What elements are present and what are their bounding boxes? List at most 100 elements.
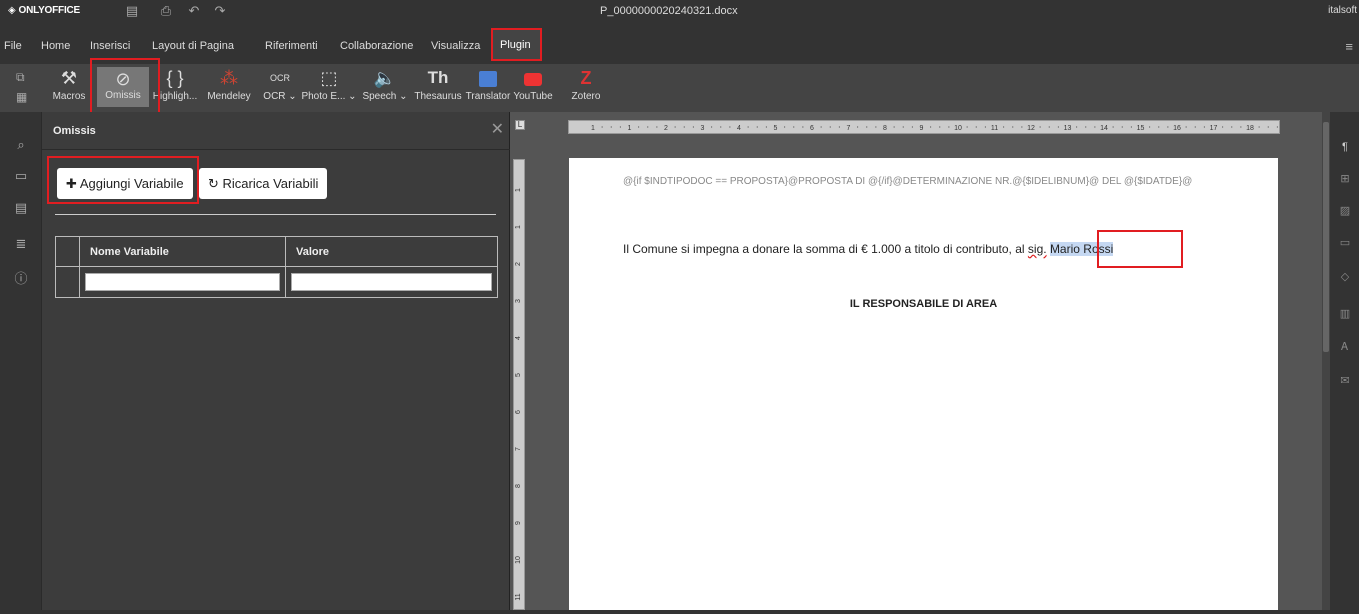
ruler-label: 1	[515, 225, 522, 229]
ruler-tick	[911, 126, 913, 128]
ruler-tick	[720, 126, 722, 128]
navigation-icon[interactable]: ≣	[12, 235, 30, 253]
scrollbar-thumb[interactable]	[1323, 122, 1329, 352]
ruler-tick	[1222, 126, 1224, 128]
ruler-label: 7	[847, 125, 851, 132]
close-icon[interactable]: ✕	[491, 122, 504, 138]
ruler-label: 3	[701, 125, 705, 132]
tab-inserisci[interactable]: Inserisci	[90, 40, 130, 52]
table-header-row: Nome Variabile Valore	[55, 236, 498, 267]
ruler-tick	[1094, 126, 1096, 128]
ruler-label: 12	[1027, 125, 1035, 132]
document-page[interactable]: @{if $INDTIPODOC == PROPOSTA}@PROPOSTA D…	[569, 158, 1278, 610]
ruler-tick	[674, 126, 676, 128]
undo-icon[interactable]: ↶	[186, 3, 202, 19]
tools-icon: ⚒	[60, 68, 78, 88]
speech-button[interactable]: 🔈 Speech ⌄	[362, 64, 408, 112]
photo-editor-button[interactable]: ⬚ Photo E... ⌄	[301, 64, 357, 112]
tab-riferimenti[interactable]: Riferimenti	[265, 40, 318, 52]
tab-layout[interactable]: Layout di Pagina	[152, 40, 234, 52]
redo-icon[interactable]: ↷	[212, 3, 228, 19]
ruler-tick	[893, 126, 895, 128]
vertical-ruler-ticks: 11234567891011	[515, 188, 522, 601]
document-workspace: L 1 1 2 3 4 5 6 7 8 9 10 11 12 13 14 15 16 17 18 112345678…	[510, 112, 1322, 610]
row-handle-cell[interactable]	[55, 266, 80, 298]
print-icon[interactable]: ⎙	[158, 3, 174, 19]
tab-plugin[interactable]: Plugin	[491, 28, 542, 61]
horizontal-ruler[interactable]: 1 1 2 3 4 5 6 7 8 9 10 11 12 13 14 15 16 17 18	[568, 120, 1280, 134]
ruler-tick	[1012, 126, 1014, 128]
ruler-label: 2	[664, 125, 668, 132]
ruler-tick	[1039, 126, 1041, 128]
chart-settings-icon[interactable]: ▥	[1338, 307, 1352, 321]
menu-icon[interactable]: ≡	[1345, 39, 1353, 54]
onlyoffice-logo-icon: ◈	[8, 5, 16, 16]
tab-file[interactable]: File	[4, 40, 22, 52]
comments-icon[interactable]: ▭	[12, 167, 30, 185]
document-heading[interactable]: IL RESPONSABILE DI AREA	[569, 298, 1278, 310]
ruler-tick	[1048, 126, 1050, 128]
tab-stop-selector[interactable]: L	[515, 120, 525, 130]
translator-button[interactable]: Translator	[465, 64, 511, 112]
paste-icon[interactable]: ▦	[16, 90, 27, 104]
variable-value-input[interactable]	[291, 273, 492, 291]
omissis-annotation-box	[90, 58, 160, 116]
ruler-label: 8	[883, 125, 887, 132]
spellcheck-word: sig.	[1027, 242, 1047, 256]
right-sidebar: ¶ ⊞ ▨ ▭ ◇ ▥ Ꭺ ✉	[1330, 112, 1359, 610]
ruler-tick	[793, 126, 795, 128]
tab-home[interactable]: Home	[41, 40, 70, 52]
mendeley-icon: ⁂	[220, 68, 238, 88]
ruler-tick	[1076, 126, 1078, 128]
ruler-tick	[1158, 126, 1160, 128]
thesaurus-button[interactable]: Th Thesaurus	[413, 64, 463, 112]
image-settings-icon[interactable]: ▨	[1338, 204, 1352, 218]
tab-visualizza[interactable]: Visualizza	[431, 40, 480, 52]
shape-settings-icon[interactable]: ◇	[1338, 270, 1352, 284]
zotero-button[interactable]: Z Zotero	[569, 64, 603, 112]
ruler-tick	[1121, 126, 1123, 128]
mendeley-button[interactable]: ⁂ Mendeley	[205, 64, 253, 112]
ruler-label: 16	[1173, 125, 1181, 132]
copy-icon[interactable]: ⧉	[16, 70, 25, 85]
ruler-tick	[1194, 126, 1196, 128]
variable-name-input[interactable]	[85, 273, 280, 291]
tab-collaborazione[interactable]: Collaborazione	[340, 40, 413, 52]
save-icon[interactable]: ▤	[124, 3, 140, 19]
vertical-ruler[interactable]: 1 1 2 3 4 5 6 7 8 9 10 11	[513, 159, 525, 610]
youtube-icon	[524, 72, 542, 86]
ruler-tick	[1240, 126, 1242, 128]
chat-icon[interactable]: ▤	[12, 199, 30, 217]
header-footer-icon[interactable]: ▭	[1338, 236, 1352, 250]
mail-merge-icon[interactable]: ✉	[1338, 374, 1352, 388]
panel-divider	[55, 214, 496, 215]
ruler-label: 13	[1064, 125, 1072, 132]
macros-button[interactable]: ⚒ Macros	[50, 64, 88, 112]
youtube-button[interactable]: YouTube	[513, 64, 553, 112]
menu-bar: File Home Inserisci Layout di Pagina Rif…	[0, 23, 1359, 64]
ruler-tick	[1057, 126, 1059, 128]
vertical-scrollbar[interactable]	[1322, 112, 1330, 610]
reload-variables-button[interactable]: ↻ Ricarica Variabili	[199, 168, 328, 199]
ruler-tick	[729, 126, 731, 128]
ruler-label: 4	[515, 336, 522, 340]
paragraph-settings-icon[interactable]: ¶	[1338, 140, 1352, 154]
ruler-tick	[820, 126, 822, 128]
tab-plugin-label: Plugin	[500, 39, 531, 51]
ruler-tick	[765, 126, 767, 128]
search-icon[interactable]: ⌕	[12, 136, 30, 154]
ruler-tick	[975, 126, 977, 128]
ruler-tick	[1185, 126, 1187, 128]
ocr-button[interactable]: OCR OCR ⌄	[260, 64, 300, 112]
text-art-icon[interactable]: Ꭺ	[1338, 340, 1352, 354]
ruler-tick	[784, 126, 786, 128]
ruler-tick	[1003, 126, 1005, 128]
ruler-label: 17	[1210, 125, 1218, 132]
ruler-tick	[875, 126, 877, 128]
ruler-tick	[902, 126, 904, 128]
table-settings-icon[interactable]: ⊞	[1338, 172, 1352, 186]
template-field-text[interactable]: @{if $INDTIPODOC == PROPOSTA}@PROPOSTA D…	[623, 175, 1203, 188]
info-icon[interactable]: ⓘ	[12, 270, 30, 288]
user-name[interactable]: italsoft	[1328, 5, 1357, 16]
add-variable-annotation-box	[47, 156, 199, 204]
